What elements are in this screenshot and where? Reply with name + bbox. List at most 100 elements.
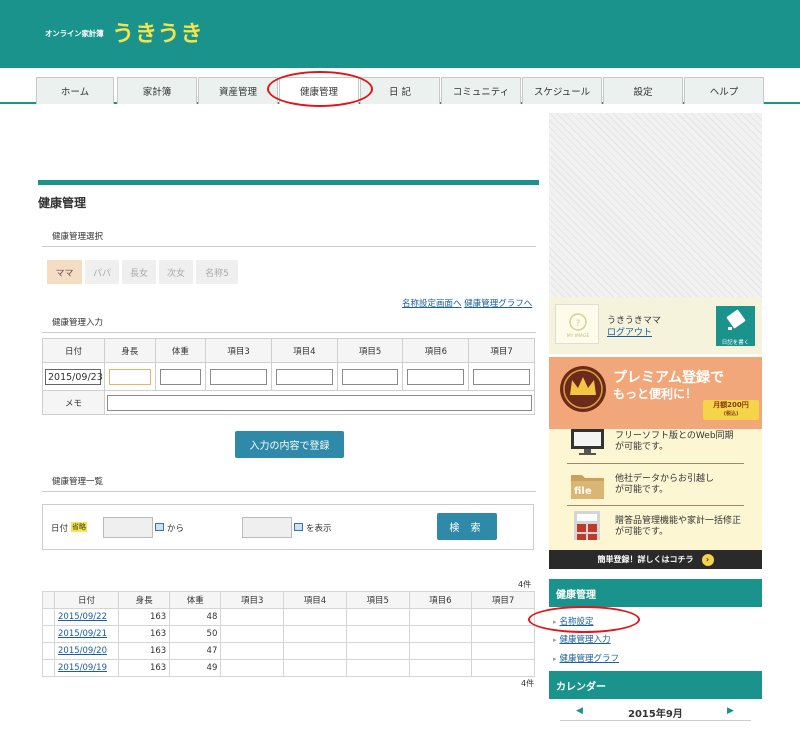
annotation-circle-sidebar — [528, 606, 640, 633]
row-date-link[interactable]: 2015/09/21 — [58, 629, 107, 639]
svg-text:?: ? — [576, 319, 581, 329]
list-header-date: 日付 — [54, 591, 119, 609]
feature-2: 他社データからお引越し が可能です。 — [615, 474, 714, 496]
person-tab-name5[interactable]: 名称5 — [196, 260, 238, 284]
input-header-date: 日付 — [42, 338, 105, 363]
avatar[interactable]: ? MY IMAGE — [555, 304, 599, 344]
search-to-input[interactable] — [242, 517, 292, 538]
item3-input[interactable] — [210, 368, 267, 385]
tab-settings[interactable]: 設定 — [603, 77, 683, 104]
input-header-item4: 項目4 — [270, 338, 338, 363]
person-tab-papa[interactable]: パパ — [85, 260, 119, 284]
row-height: 163 — [117, 642, 171, 660]
brand-logo[interactable]: うきうき — [112, 16, 204, 48]
feature-3-line2: が可能です。 — [615, 527, 669, 537]
tab-home[interactable]: ホーム — [36, 77, 114, 104]
page-title: 健康管理 — [38, 196, 87, 210]
avatar-text: MY IMAGE — [566, 334, 590, 339]
row-weight: 49 — [169, 659, 222, 677]
premium-subtitle: もっと便利に！ — [613, 387, 698, 401]
search-show-label: を表示 — [306, 524, 332, 534]
search-from-label: から — [167, 524, 185, 534]
search-button[interactable]: 検 索 — [437, 513, 497, 540]
feature-1-line1: フリーソフト版とのWeb同期 — [615, 431, 734, 441]
arrow-right-icon: › — [701, 553, 714, 566]
list-header-item5: 項目5 — [345, 591, 410, 609]
sidebar-link-health-input[interactable]: 健康管理入力 — [553, 633, 611, 645]
calculator-icon — [574, 511, 600, 540]
price-note: (税込) — [723, 411, 739, 417]
tab-help[interactable]: ヘルプ — [684, 77, 764, 104]
list-header-height: 身長 — [117, 591, 171, 609]
memo-input[interactable] — [107, 394, 532, 411]
price-badge: 月額200円 (税込) — [703, 400, 759, 420]
tab-community[interactable]: コミュニティ — [441, 77, 521, 104]
input-table: 日付 身長 体重 項目3 項目4 項目5 項目6 項目7 2015/09/23 … — [42, 338, 535, 415]
result-count: 4件 — [518, 580, 532, 589]
health-graph-link[interactable]: 健康管理グラフへ — [464, 299, 532, 309]
list-header-item7: 項目7 — [471, 591, 535, 609]
search-date-label: 日付 — [51, 524, 69, 534]
row-date-link[interactable]: 2015/09/19 — [58, 663, 107, 673]
calendar-next-icon[interactable]: ▶ — [727, 706, 734, 716]
list-heading: 健康管理一覧 — [42, 475, 536, 492]
item6-input[interactable] — [407, 368, 465, 385]
monitor-icon — [571, 429, 604, 455]
annotation-circle-tab — [267, 71, 373, 107]
item5-input[interactable] — [341, 368, 399, 385]
item4-input[interactable] — [275, 368, 333, 385]
calendar-icon[interactable] — [294, 523, 303, 531]
date-input[interactable]: 2015/09/23 — [45, 368, 103, 385]
row-height: 163 — [117, 625, 171, 643]
sidebar-link-health-graph[interactable]: 健康管理グラフ — [553, 652, 620, 664]
search-from-input[interactable] — [103, 517, 153, 538]
write-diary-label: 日記を書く — [721, 340, 750, 346]
person-tab-second[interactable]: 次女 — [159, 260, 193, 284]
brand-tagline: オンライン家計簿 — [45, 29, 104, 38]
feature-separator — [567, 505, 744, 506]
feature-1-line2: が可能です。 — [615, 442, 669, 452]
row-date-link[interactable]: 2015/09/22 — [58, 612, 107, 622]
calendar-prev-icon[interactable]: ◀ — [576, 706, 583, 716]
feature-1: フリーソフト版とのWeb同期 が可能です。 — [615, 431, 734, 453]
list-header-item6: 項目6 — [408, 591, 473, 609]
avatar-icon: ? — [569, 313, 587, 331]
omit-badge: 省略 — [71, 522, 87, 532]
submit-button[interactable]: 入力の内容で登録 — [235, 431, 344, 458]
row-weight: 50 — [169, 625, 222, 643]
weight-input[interactable] — [159, 368, 202, 385]
premium-title: プレミアム登録で — [613, 370, 725, 386]
calendar-icon[interactable] — [155, 523, 164, 531]
sidebar-health-heading: 健康管理 — [549, 579, 762, 607]
premium-footer-button[interactable]: 簡単登録！詳しくはコチラ › — [549, 550, 762, 569]
table-row: 2015/09/19 163 49 — [42, 659, 535, 677]
input-heading: 健康管理入力 — [42, 316, 536, 333]
select-heading: 健康管理選択 — [42, 230, 536, 247]
row-date-link[interactable]: 2015/09/20 — [58, 646, 107, 656]
file-icon-label: file — [574, 486, 592, 497]
list-header-item3: 項目3 — [220, 591, 285, 609]
premium-footer-label: 簡単登録！詳しくはコチラ — [597, 555, 694, 564]
person-tab-eldest[interactable]: 長女 — [122, 260, 156, 284]
input-header-item6: 項目6 — [402, 338, 470, 363]
write-diary-button[interactable]: 日記を書く — [716, 306, 755, 346]
tab-assets[interactable]: 資産管理 — [198, 77, 278, 104]
feature-2-line2: が可能です。 — [615, 485, 669, 495]
row-height: 163 — [117, 608, 171, 626]
tab-kakeibo[interactable]: 家計簿 — [117, 77, 197, 104]
name-setting-link[interactable]: 名称設定画面へ — [402, 299, 462, 309]
input-header-item7: 項目7 — [468, 338, 535, 363]
person-tab-mama[interactable]: ママ — [47, 260, 82, 284]
list-header-weight: 体重 — [169, 591, 222, 609]
item7-input[interactable] — [473, 368, 530, 385]
title-bar — [38, 180, 539, 185]
tab-schedule[interactable]: スケジュール — [522, 77, 602, 104]
links-row: 名称設定画面へ 健康管理グラフへ — [402, 297, 532, 309]
logout-link[interactable]: ログアウト — [607, 325, 652, 338]
pen-icon — [726, 309, 746, 330]
crown-icon — [560, 366, 606, 412]
row-weight: 48 — [169, 608, 222, 626]
height-input[interactable] — [109, 368, 151, 385]
feature-2-line1: 他社データからお引越し — [615, 474, 715, 484]
result-count-bottom: 4件 — [521, 679, 535, 688]
